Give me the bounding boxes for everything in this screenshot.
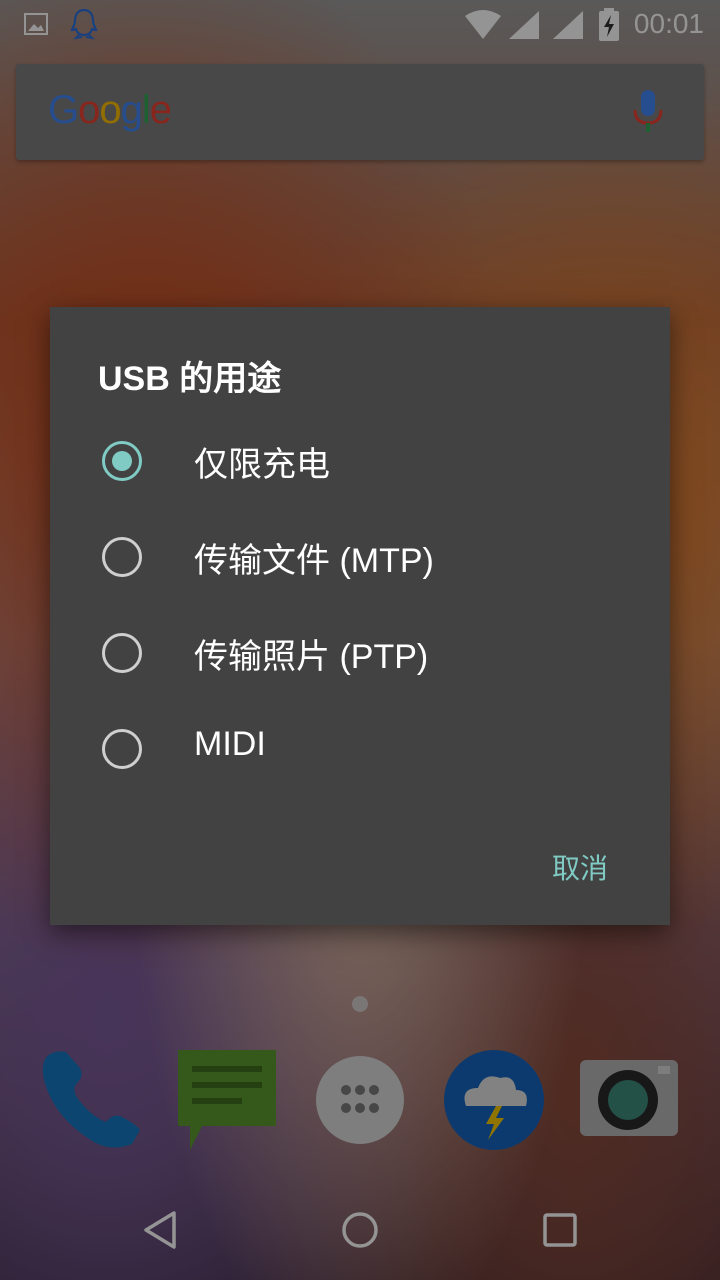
option-label: MIDI xyxy=(194,725,266,763)
dialog-title: USB 的用途 xyxy=(98,360,282,398)
option-transfer-files-mtp[interactable]: 传输文件 (MTP) xyxy=(50,509,670,605)
option-label: 仅限充电 xyxy=(194,446,330,484)
radio-unchecked-icon[interactable] xyxy=(102,633,142,673)
radio-unchecked-icon[interactable] xyxy=(102,729,142,769)
usb-usage-dialog: USB 的用途 仅限充电 传输文件 (MTP) 传输照片 (PTP) MIDI … xyxy=(50,307,670,925)
option-transfer-photos-ptp[interactable]: 传输照片 (PTP) xyxy=(50,605,670,701)
option-midi[interactable]: MIDI xyxy=(50,701,670,797)
option-charge-only[interactable]: 仅限充电 xyxy=(50,413,670,509)
radio-unchecked-icon[interactable] xyxy=(102,537,142,577)
option-label: 传输文件 (MTP) xyxy=(194,542,434,580)
option-label: 传输照片 (PTP) xyxy=(194,638,429,676)
radio-checked-icon[interactable] xyxy=(102,441,142,481)
cancel-button[interactable]: 取消 xyxy=(552,847,608,887)
